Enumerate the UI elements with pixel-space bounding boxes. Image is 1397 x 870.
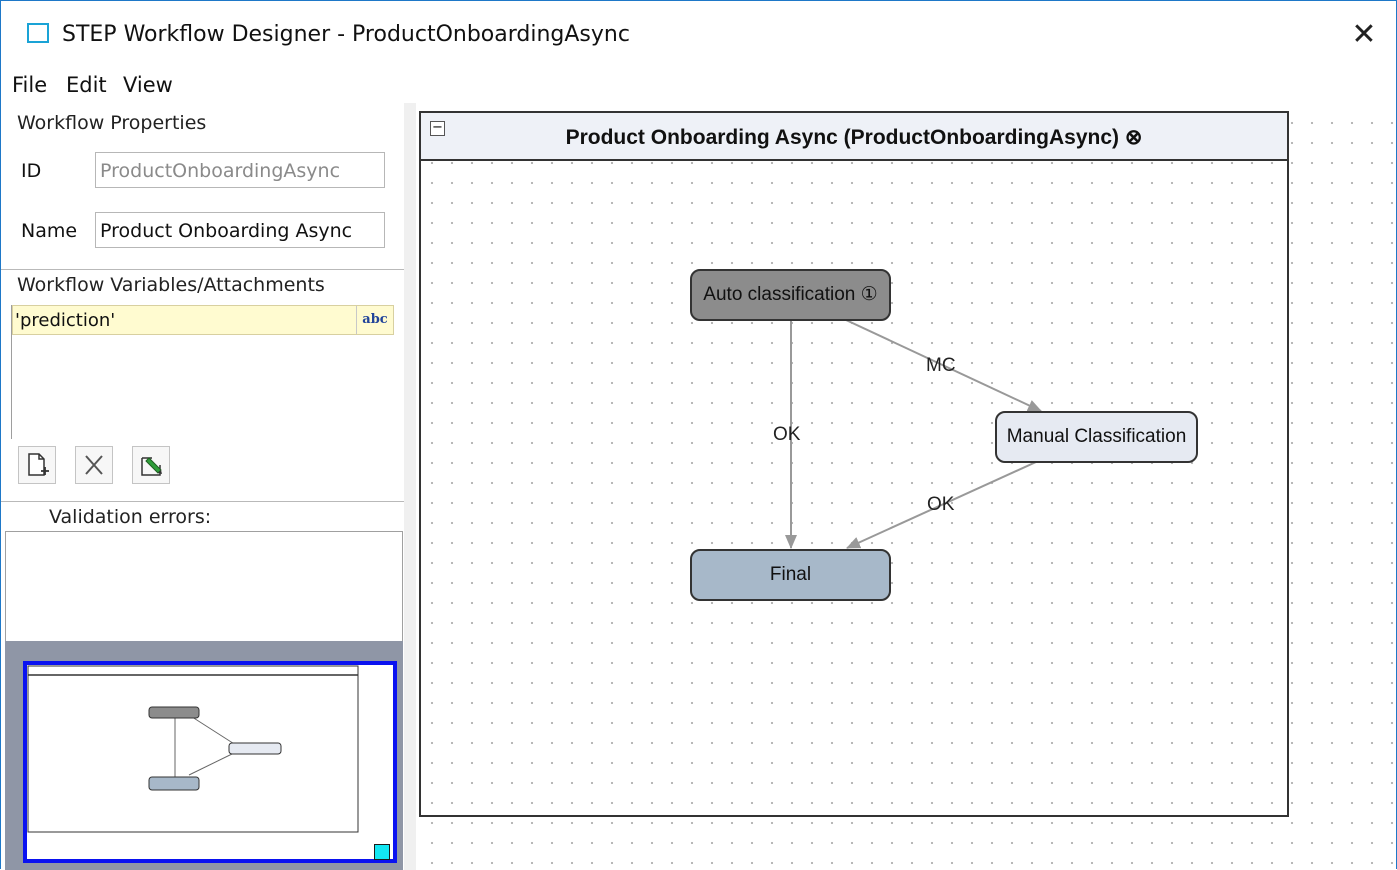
edge-label-ok: OK: [773, 424, 801, 445]
node-final[interactable]: Final: [690, 549, 891, 601]
node-manual-classification[interactable]: Manual Classification: [995, 411, 1198, 463]
app-window: STEP Workflow Designer - ProductOnboardi…: [0, 0, 1397, 870]
node-auto-classification[interactable]: Auto classification ①: [690, 269, 891, 321]
edge-label-mc: MC: [926, 355, 956, 376]
edge-label-ok: OK: [927, 494, 955, 515]
